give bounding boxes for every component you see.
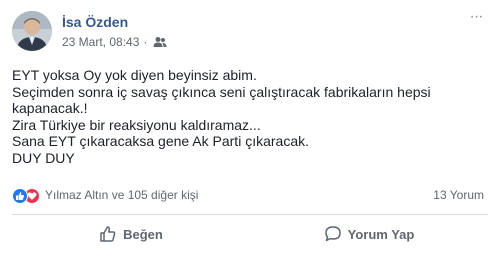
- post-message-line: kapanacak.!: [12, 100, 88, 116]
- post-actions: Beğen Yorum Yap: [12, 219, 488, 249]
- post-card: İsa Özden 23 Mart, 08:43 · ··· EYT yoksa…: [0, 0, 500, 255]
- post-message-line: Sana EYT çıkaracaksa gene Ak Parti çıkar…: [12, 133, 310, 149]
- thumbs-up-icon: [99, 225, 117, 243]
- meta-separator: ·: [143, 35, 148, 49]
- like-button-label: Beğen: [123, 226, 163, 242]
- comment-button-label: Yorum Yap: [347, 226, 415, 242]
- post-message-line: Zira Türkiye bir reaksiyonu kaldıramaz..…: [12, 116, 261, 133]
- more-options-icon[interactable]: ···: [464, 9, 488, 31]
- author-name[interactable]: İsa Özden: [62, 14, 128, 30]
- reaction-icons[interactable]: [12, 188, 42, 204]
- post-message: EYT yoksa Oy yok diyen beyinsiz abim. Se…: [12, 67, 488, 166]
- post-message-line: EYT yoksa Oy yok diyen beyinsiz abim.: [12, 67, 257, 83]
- reactors-summary[interactable]: Yılmaz Altın ve 105 diğer kişi: [45, 188, 198, 202]
- comment-icon: [324, 225, 342, 243]
- post-meta: 23 Mart, 08:43 ·: [62, 35, 167, 49]
- post-message-line: DUY DUY: [12, 149, 75, 166]
- reactions-bar: Yılmaz Altın ve 105 diğer kişi 13 Yorum: [12, 187, 488, 205]
- comment-count[interactable]: 13 Yorum: [433, 188, 484, 202]
- like-button[interactable]: Beğen: [12, 219, 250, 249]
- comment-button[interactable]: Yorum Yap: [250, 219, 488, 249]
- like-reaction-icon: [12, 188, 28, 204]
- avatar[interactable]: [12, 11, 52, 51]
- post-message-line: Seçimden sonra iç savaş çıkınca seni çal…: [12, 83, 431, 100]
- friends-icon[interactable]: [153, 36, 167, 48]
- divider: [12, 214, 488, 215]
- post-timestamp[interactable]: 23 Mart, 08:43: [62, 35, 139, 49]
- post-header: İsa Özden 23 Mart, 08:43 · ···: [12, 9, 488, 55]
